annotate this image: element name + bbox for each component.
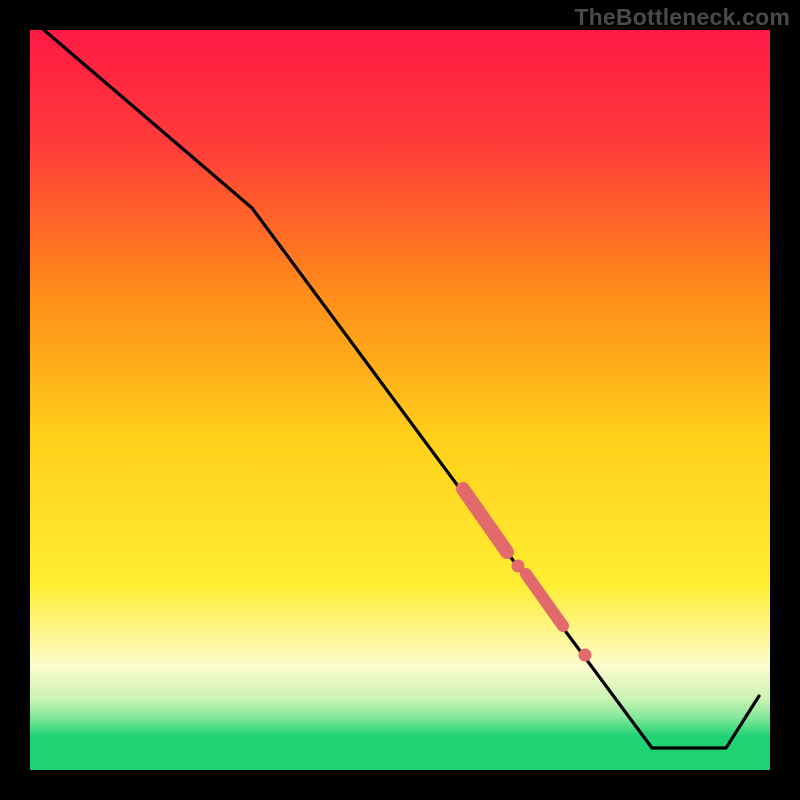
watermark-text: TheBottleneck.com xyxy=(574,4,790,31)
highlight-point-2 xyxy=(579,649,592,662)
highlight-point-1 xyxy=(512,560,525,573)
chart-svg xyxy=(0,0,800,800)
chart-container: TheBottleneck.com xyxy=(0,0,800,800)
plot-area xyxy=(30,30,770,770)
